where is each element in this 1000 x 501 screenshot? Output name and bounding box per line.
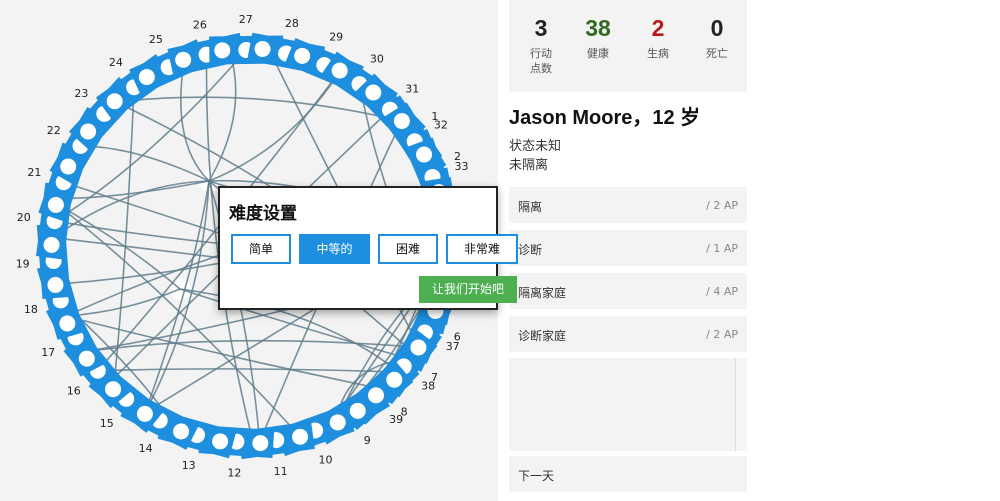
house-number: 21: [27, 166, 41, 179]
next-day-label: 下一天: [518, 469, 555, 483]
house-number: 25: [149, 33, 163, 46]
stat-value: 0: [710, 15, 724, 41]
side-panel: 3 行动点数 38 健康 2 生病 0 死亡 Jason Moore，12 岁 …: [509, 0, 747, 501]
stat-value: 3: [534, 15, 548, 41]
dialog-title: 难度设置: [229, 204, 297, 224]
house-number: 9: [364, 434, 371, 447]
stat-sick: 2 生病: [629, 14, 687, 61]
contact-link: [65, 288, 181, 317]
house-number: 28: [285, 17, 299, 30]
house-number: 23: [74, 87, 88, 100]
house-number: 12: [227, 467, 241, 480]
action-label: 隔离家庭: [518, 286, 567, 300]
stat-label: 生病: [647, 47, 669, 60]
difficulty-easy-button[interactable]: 简单: [231, 234, 291, 264]
stat-label: 死亡: [706, 47, 728, 60]
difficulty-medium-button[interactable]: 中等的: [299, 234, 370, 264]
difficulty-very-hard-button[interactable]: 非常难: [446, 234, 518, 264]
house-number: 26: [193, 18, 207, 31]
stats-bar: 3 行动点数 38 健康 2 生病 0 死亡: [509, 0, 747, 92]
action-cost: / 2 AP: [706, 199, 738, 212]
house-number: 13: [182, 459, 196, 472]
house-number: 31: [405, 82, 419, 95]
contact-link: [115, 96, 400, 122]
stat-value: 2: [651, 15, 665, 41]
stat-label: 行动点数: [530, 47, 552, 75]
person-status: 状态未知: [509, 139, 562, 154]
action-quarantine-button[interactable]: 隔离 / 2 AP: [509, 187, 747, 223]
house-number: 18: [24, 303, 38, 316]
log-scrollbar[interactable]: [735, 358, 747, 451]
house-number: 22: [47, 124, 61, 137]
difficulty-dialog: 难度设置 简单 中等的 困难 非常难 让我们开始吧: [218, 186, 518, 310]
house-number: 24: [109, 56, 123, 69]
house-number: 38: [421, 379, 435, 392]
action-label: 诊断: [518, 243, 543, 257]
contact-link: [208, 50, 237, 182]
person-info: Jason Moore，12 岁 状态未知 未隔离: [509, 104, 700, 175]
person-name: Jason Moore，12 岁: [509, 107, 701, 129]
house-number: 19: [16, 257, 30, 270]
house-number: 14: [139, 442, 153, 455]
stat-action-points: 3 行动点数: [512, 14, 570, 76]
contact-link: [180, 60, 210, 182]
action-cost: / 2 AP: [706, 328, 738, 341]
house-number: 15: [100, 417, 114, 430]
person-quarantine: 未隔离: [509, 158, 549, 173]
contact-link: [52, 180, 210, 239]
stat-dead: 0 死亡: [688, 14, 746, 61]
action-diagnose-family-button[interactable]: 诊断家庭 / 2 AP: [509, 316, 747, 352]
house-number: 20: [17, 211, 31, 224]
house-number: 10: [319, 454, 333, 467]
contact-link: [208, 71, 341, 182]
house-number: 33: [455, 160, 469, 173]
house-number: 16: [67, 384, 81, 397]
action-cost: / 4 AP: [706, 285, 738, 298]
action-label: 诊断家庭: [518, 329, 567, 343]
stat-value: 38: [585, 15, 611, 41]
stat-healthy: 38 健康: [569, 14, 627, 61]
stat-label: 健康: [587, 47, 609, 60]
house-number: 39: [389, 413, 403, 426]
next-day-button[interactable]: 下一天: [509, 456, 747, 492]
start-game-button[interactable]: 让我们开始吧: [419, 276, 517, 303]
house-number: 29: [329, 30, 343, 43]
difficulty-hard-button[interactable]: 困难: [378, 234, 438, 264]
house-number: 32: [434, 119, 448, 132]
action-label: 隔离: [518, 200, 543, 214]
action-quarantine-family-button[interactable]: 隔离家庭 / 4 AP: [509, 273, 747, 309]
house-number: 27: [239, 13, 253, 26]
event-log: [509, 358, 747, 451]
contact-link: [97, 368, 400, 373]
house-number: 11: [274, 465, 288, 478]
action-diagnose-button[interactable]: 诊断 / 1 AP: [509, 230, 747, 266]
house-number: 17: [41, 346, 55, 359]
house-number: 30: [370, 53, 384, 66]
action-cost: / 1 AP: [706, 242, 738, 255]
house-number: 37: [446, 340, 460, 353]
